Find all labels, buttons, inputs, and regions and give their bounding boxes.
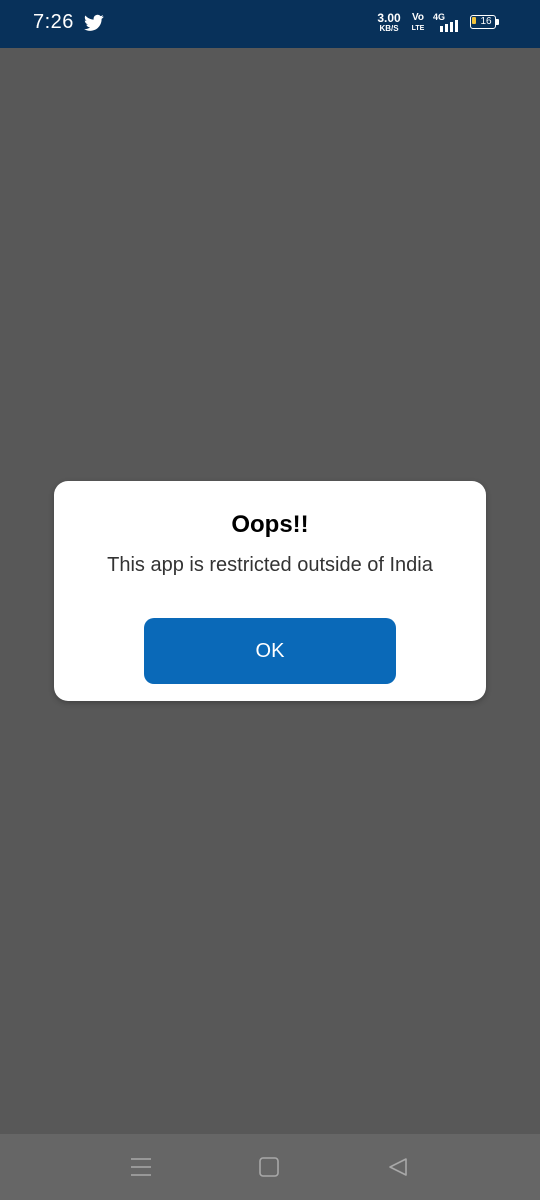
home-icon[interactable] [256,1154,282,1180]
status-time: 7:26 [33,11,74,33]
network-speed: 3.00 KB/S [374,12,404,33]
dialog-title: Oops!! [231,511,309,538]
battery-indicator: 16 [470,15,500,31]
battery-level: 16 [480,16,492,27]
dialog-message: This app is restricted outside of India [107,554,433,576]
twitter-icon [84,14,104,31]
volte-label: Vo [411,12,425,23]
signal-bars-icon [440,20,458,32]
status-bar: 7:26 3.00 KB/S Vo LTE 4G 16 [0,0,540,48]
network-speed-unit: KB/S [379,24,399,33]
ok-button[interactable]: OK [144,618,396,684]
lte-label: LTE [411,25,425,32]
alert-dialog: Oops!! This app is restricted outside of… [54,481,486,701]
signal-indicator: 4G [433,12,463,32]
menu-icon[interactable] [128,1154,154,1180]
navigation-bar [0,1134,540,1200]
volte-indicator: Vo LTE [407,12,429,33]
back-icon[interactable] [385,1154,411,1180]
network-speed-value: 3.00 [377,11,401,25]
